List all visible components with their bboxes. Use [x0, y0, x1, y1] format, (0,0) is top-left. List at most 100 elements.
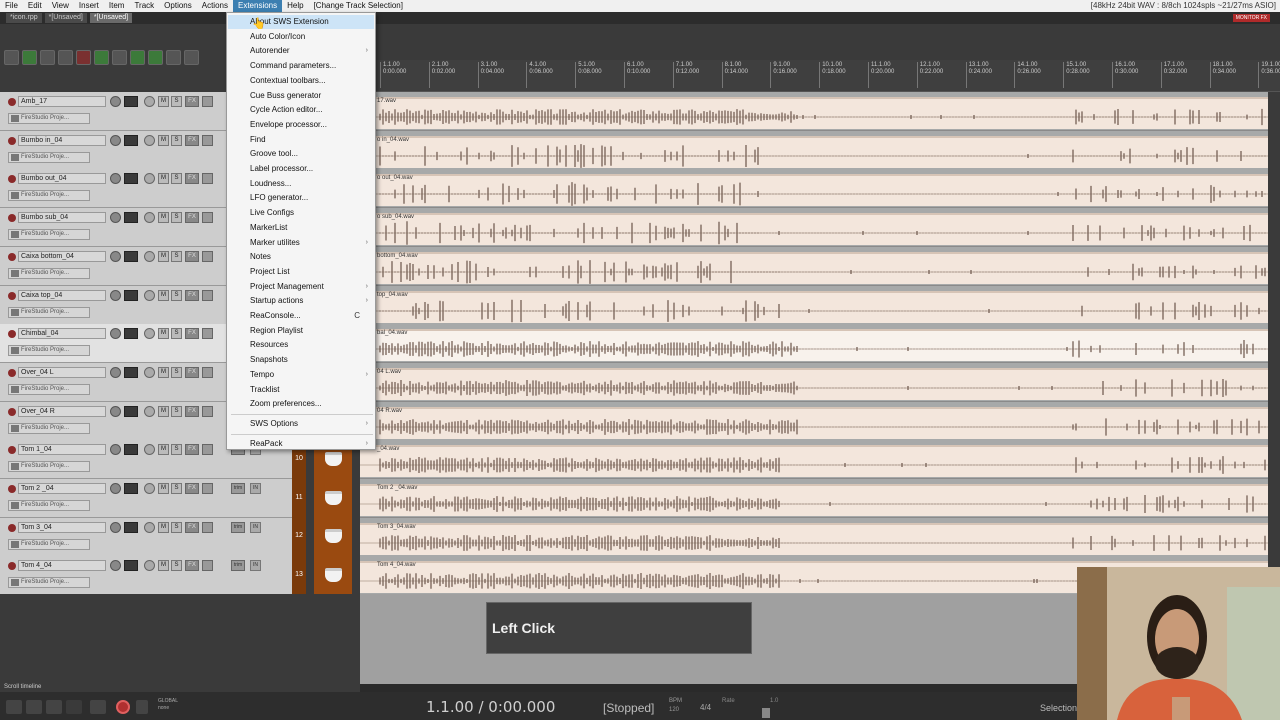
phase-invert-button[interactable] — [144, 560, 155, 572]
track-name-field[interactable]: Tom 1_04 — [18, 444, 106, 456]
solo-button[interactable]: S — [171, 289, 182, 301]
media-item[interactable]: o out_04.wav — [360, 174, 1268, 207]
fx-button[interactable]: FX — [185, 134, 199, 146]
media-item[interactable]: Tom 2 _04.wav — [360, 484, 1268, 516]
menu-file[interactable]: File — [0, 0, 23, 12]
track-name-field[interactable]: Bumbo sub_04 — [18, 212, 106, 224]
menu-item[interactable]: Item — [104, 0, 130, 12]
record-arm-button[interactable] — [8, 523, 16, 532]
volume-knob[interactable] — [110, 289, 121, 301]
solo-button[interactable]: S — [171, 328, 182, 340]
track-name-field[interactable]: Over_04 R — [18, 405, 106, 417]
track-input-selector[interactable]: FireStudio Proje... — [8, 267, 90, 279]
mute-button[interactable]: M — [158, 444, 169, 456]
menu-item-loudness[interactable]: Loudness... — [228, 177, 374, 191]
menu-item-autorender[interactable]: Autorender › — [228, 44, 374, 58]
redo-icon[interactable] — [94, 49, 109, 65]
media-item[interactable]: Tom 3_04.wav — [360, 522, 1268, 555]
track-name-field[interactable]: Bumbo out_04 — [18, 173, 106, 185]
monitor-fx-button[interactable]: MONITOR FX — [1232, 14, 1270, 22]
record-arm-button[interactable] — [8, 407, 16, 416]
track-name-field[interactable]: Tom 4_04 — [18, 560, 106, 572]
routing-button[interactable] — [124, 405, 138, 417]
media-item[interactable]: 04 L.wav — [360, 367, 1268, 400]
track-input-selector[interactable]: FireStudio Proje... — [8, 229, 90, 241]
mute-button[interactable]: M — [158, 405, 169, 417]
fx-button[interactable]: FX — [185, 366, 199, 378]
solo-button[interactable]: S — [171, 96, 182, 107]
track-name-field[interactable]: Chimbal_04 — [18, 328, 106, 340]
solo-button[interactable]: S — [171, 212, 182, 224]
menu-item-cue-buss-generator[interactable]: Cue Buss generator — [228, 89, 374, 103]
media-item[interactable]: 04 R.wav — [360, 406, 1268, 439]
menu-item-project-management[interactable]: Project Management › — [228, 280, 374, 294]
menu-item-envelope-processor[interactable]: Envelope processor... — [228, 118, 374, 132]
menu-item-resources[interactable]: Resources — [228, 338, 374, 352]
menu-item-about-sws-extension[interactable]: About SWS Extension — [228, 15, 374, 29]
envelope-button[interactable] — [202, 328, 213, 340]
phase-invert-button[interactable] — [144, 521, 155, 533]
go-to-end-icon[interactable] — [26, 700, 42, 714]
track-row[interactable]: Tom 2 _04 M S FX trim IN FireStudio Proje... — [0, 479, 298, 518]
solo-button[interactable]: S — [171, 521, 182, 533]
volume-knob[interactable] — [110, 405, 121, 417]
envelope-button[interactable] — [202, 250, 213, 262]
menu-item-region-playlist[interactable]: Region Playlist — [228, 324, 374, 338]
record-arm-button[interactable] — [8, 291, 16, 300]
metronome-icon[interactable] — [112, 49, 127, 65]
routing-button[interactable] — [124, 444, 138, 456]
track-lane[interactable]: 04 L.wav — [360, 362, 1268, 402]
envelope-button[interactable] — [202, 289, 213, 301]
time-display[interactable]: 1.1.00 / 0:00.000 — [426, 698, 555, 716]
track-input-selector[interactable]: FireStudio Proje... — [8, 577, 90, 589]
menu-item-zoom-preferences[interactable]: Zoom preferences... — [228, 397, 374, 411]
record-arm-button[interactable] — [8, 368, 16, 377]
envelope-button[interactable] — [202, 444, 213, 456]
envelope-button[interactable] — [202, 96, 213, 107]
volume-knob[interactable] — [110, 521, 121, 533]
menu-track[interactable]: Track — [129, 0, 159, 12]
mute-button[interactable]: M — [158, 212, 169, 224]
menu-item-lfo-generator[interactable]: LFO generator... — [228, 191, 374, 205]
media-item[interactable]: bottom_04.wav — [360, 251, 1268, 284]
routing-button[interactable] — [124, 560, 138, 572]
volume-knob[interactable] — [110, 173, 121, 185]
fx-button[interactable]: FX — [185, 444, 199, 456]
envelope-button[interactable] — [202, 173, 213, 185]
new-project-icon[interactable] — [4, 49, 19, 65]
track-lane[interactable]: 04 R.wav — [360, 401, 1268, 441]
open-project-icon[interactable] — [22, 49, 37, 65]
solo-button[interactable]: S — [171, 444, 182, 456]
track-input-selector[interactable]: FireStudio Proje... — [8, 306, 90, 318]
rate-slider[interactable] — [762, 708, 770, 718]
envelope-button[interactable] — [202, 560, 213, 572]
menu-help[interactable]: Help — [282, 0, 308, 12]
track-name-field[interactable]: Caixa top_04 — [18, 289, 106, 301]
mute-button[interactable]: M — [158, 483, 169, 494]
phase-invert-button[interactable] — [144, 173, 155, 185]
volume-knob[interactable] — [110, 134, 121, 146]
track-lane[interactable]: o in_04.wav — [360, 130, 1268, 170]
track-input-selector[interactable]: FireStudio Proje... — [8, 500, 90, 511]
volume-knob[interactable] — [110, 560, 121, 572]
envelope-button[interactable] — [202, 483, 213, 494]
track-name-field[interactable]: Over_04 L — [18, 366, 106, 378]
track-lane[interactable]: Tom 2 _04.wav — [360, 479, 1268, 518]
routing-button[interactable] — [124, 212, 138, 224]
track-input-selector[interactable]: FireStudio Proje... — [8, 422, 90, 434]
menu-item-live-configs[interactable]: Live Configs — [228, 206, 374, 220]
fx-button[interactable]: FX — [185, 328, 199, 340]
menu-actions[interactable]: Actions — [197, 0, 233, 12]
menu-item-groove-tool[interactable]: Groove tool... — [228, 147, 374, 161]
menu-edit[interactable]: Edit — [23, 0, 47, 12]
track-input-selector[interactable]: FireStudio Proje... — [8, 345, 90, 357]
track-lane[interactable]: bal_04.wav — [360, 324, 1268, 364]
rate-value[interactable]: 1.0 — [770, 698, 778, 704]
media-item[interactable]: 17.wav — [360, 97, 1268, 129]
mute-button[interactable]: M — [158, 173, 169, 185]
media-item[interactable]: top_04.wav — [360, 290, 1268, 323]
menu-insert[interactable]: Insert — [74, 0, 104, 12]
fx-button[interactable]: FX — [185, 212, 199, 224]
mute-button[interactable]: M — [158, 250, 169, 262]
fx-button[interactable]: FX — [185, 483, 199, 494]
